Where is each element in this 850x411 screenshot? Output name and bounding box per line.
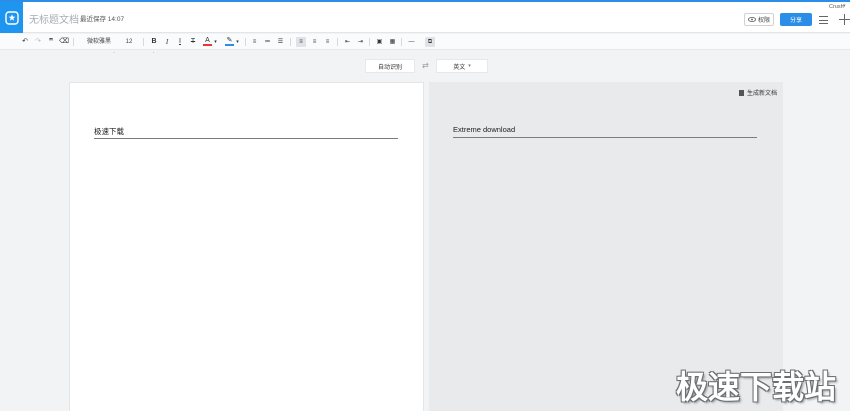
highlight-pen-icon[interactable]: ✎ (225, 37, 234, 46)
translate-mode-icon[interactable]: ⧉ (425, 37, 435, 47)
toolbar-divider (245, 38, 246, 46)
toolbar-divider (143, 38, 144, 46)
source-document-page[interactable]: 极速下载 (69, 82, 424, 411)
target-language-label: 英文 (453, 64, 466, 71)
chevron-down-icon[interactable]: ▾ (843, 3, 846, 9)
checklist-icon[interactable]: ☰ (276, 37, 285, 47)
bold-button[interactable]: B (150, 37, 158, 47)
star-logo-icon (4, 10, 19, 25)
save-status: 最近保存 14:07 (80, 16, 125, 23)
format-toolbar: ↶ ↷ ꟸ ⌫ 微软雅黑 12 B I I T A ▾ ✎ ▾ ≡ ≔ ☰ ≡ … (0, 34, 850, 50)
chevron-down-icon[interactable]: ▾ (235, 37, 240, 47)
outdent-icon[interactable]: ⇤ (343, 37, 352, 47)
user-name[interactable]: Crush (829, 4, 844, 10)
ordered-list-icon[interactable]: ≡ (250, 37, 259, 47)
swap-language-icon[interactable]: ⇄ (422, 61, 429, 70)
source-text-field[interactable]: 极速下载 (94, 126, 398, 139)
italic-button[interactable]: I (163, 37, 171, 47)
clear-format-icon[interactable]: ⌫ (59, 37, 69, 47)
toolbar-divider (290, 38, 291, 46)
document-icon (738, 89, 744, 96)
redo-icon[interactable]: ↷ (34, 37, 42, 47)
chevron-down-icon[interactable]: ▾ (213, 37, 218, 47)
align-left-icon[interactable]: ≡ (296, 37, 306, 47)
toolbar-divider (73, 38, 74, 46)
image-icon[interactable]: ▣ (375, 37, 384, 47)
toolbar-divider (369, 38, 370, 46)
translated-text-field[interactable]: Extreme download (453, 125, 757, 138)
source-language-select[interactable]: 自动识别 (365, 59, 415, 73)
share-button[interactable]: 分享 (780, 13, 812, 26)
chevron-down-icon: ▾ (468, 63, 471, 69)
underline-button[interactable]: I (176, 37, 184, 47)
undo-icon[interactable]: ↶ (21, 37, 29, 47)
header-bar: 无标题文档 最近保存 14:07 Crush ▾ 权限 分享 (0, 2, 850, 33)
document-title[interactable]: 无标题文档 (29, 11, 79, 26)
indent-icon[interactable]: ⇥ (356, 37, 365, 47)
align-right-icon[interactable]: ≡ (323, 37, 332, 47)
toolbar-divider (401, 38, 402, 46)
font-size-select[interactable]: 12 (123, 37, 135, 47)
horizontal-rule-icon[interactable]: — (407, 37, 416, 47)
menu-icon[interactable] (819, 16, 828, 24)
table-icon[interactable]: ▦ (388, 37, 397, 47)
font-color-button[interactable]: A (203, 37, 212, 46)
toolbar-divider (337, 38, 338, 46)
align-center-icon[interactable]: ≡ (310, 37, 319, 47)
permission-button[interactable]: 权限 (744, 13, 774, 26)
generate-new-document-button[interactable]: 生成新文档 (738, 88, 777, 97)
format-painter-icon[interactable]: ꟸ (47, 37, 55, 47)
strikethrough-button[interactable]: T (189, 37, 197, 47)
eye-icon (747, 17, 756, 22)
toolbar-overflow-dots: · · (113, 50, 173, 56)
app-logo[interactable] (0, 2, 23, 33)
generate-new-document-label: 生成新文档 (746, 91, 777, 97)
bullet-list-icon[interactable]: ≔ (263, 37, 272, 47)
target-language-select[interactable]: 英文 ▾ (436, 59, 488, 73)
plus-icon[interactable] (839, 14, 850, 25)
permission-label: 权限 (757, 18, 770, 24)
watermark-logo: 极速下载站 (676, 368, 837, 406)
font-family-select[interactable]: 微软雅黑 (84, 37, 114, 47)
